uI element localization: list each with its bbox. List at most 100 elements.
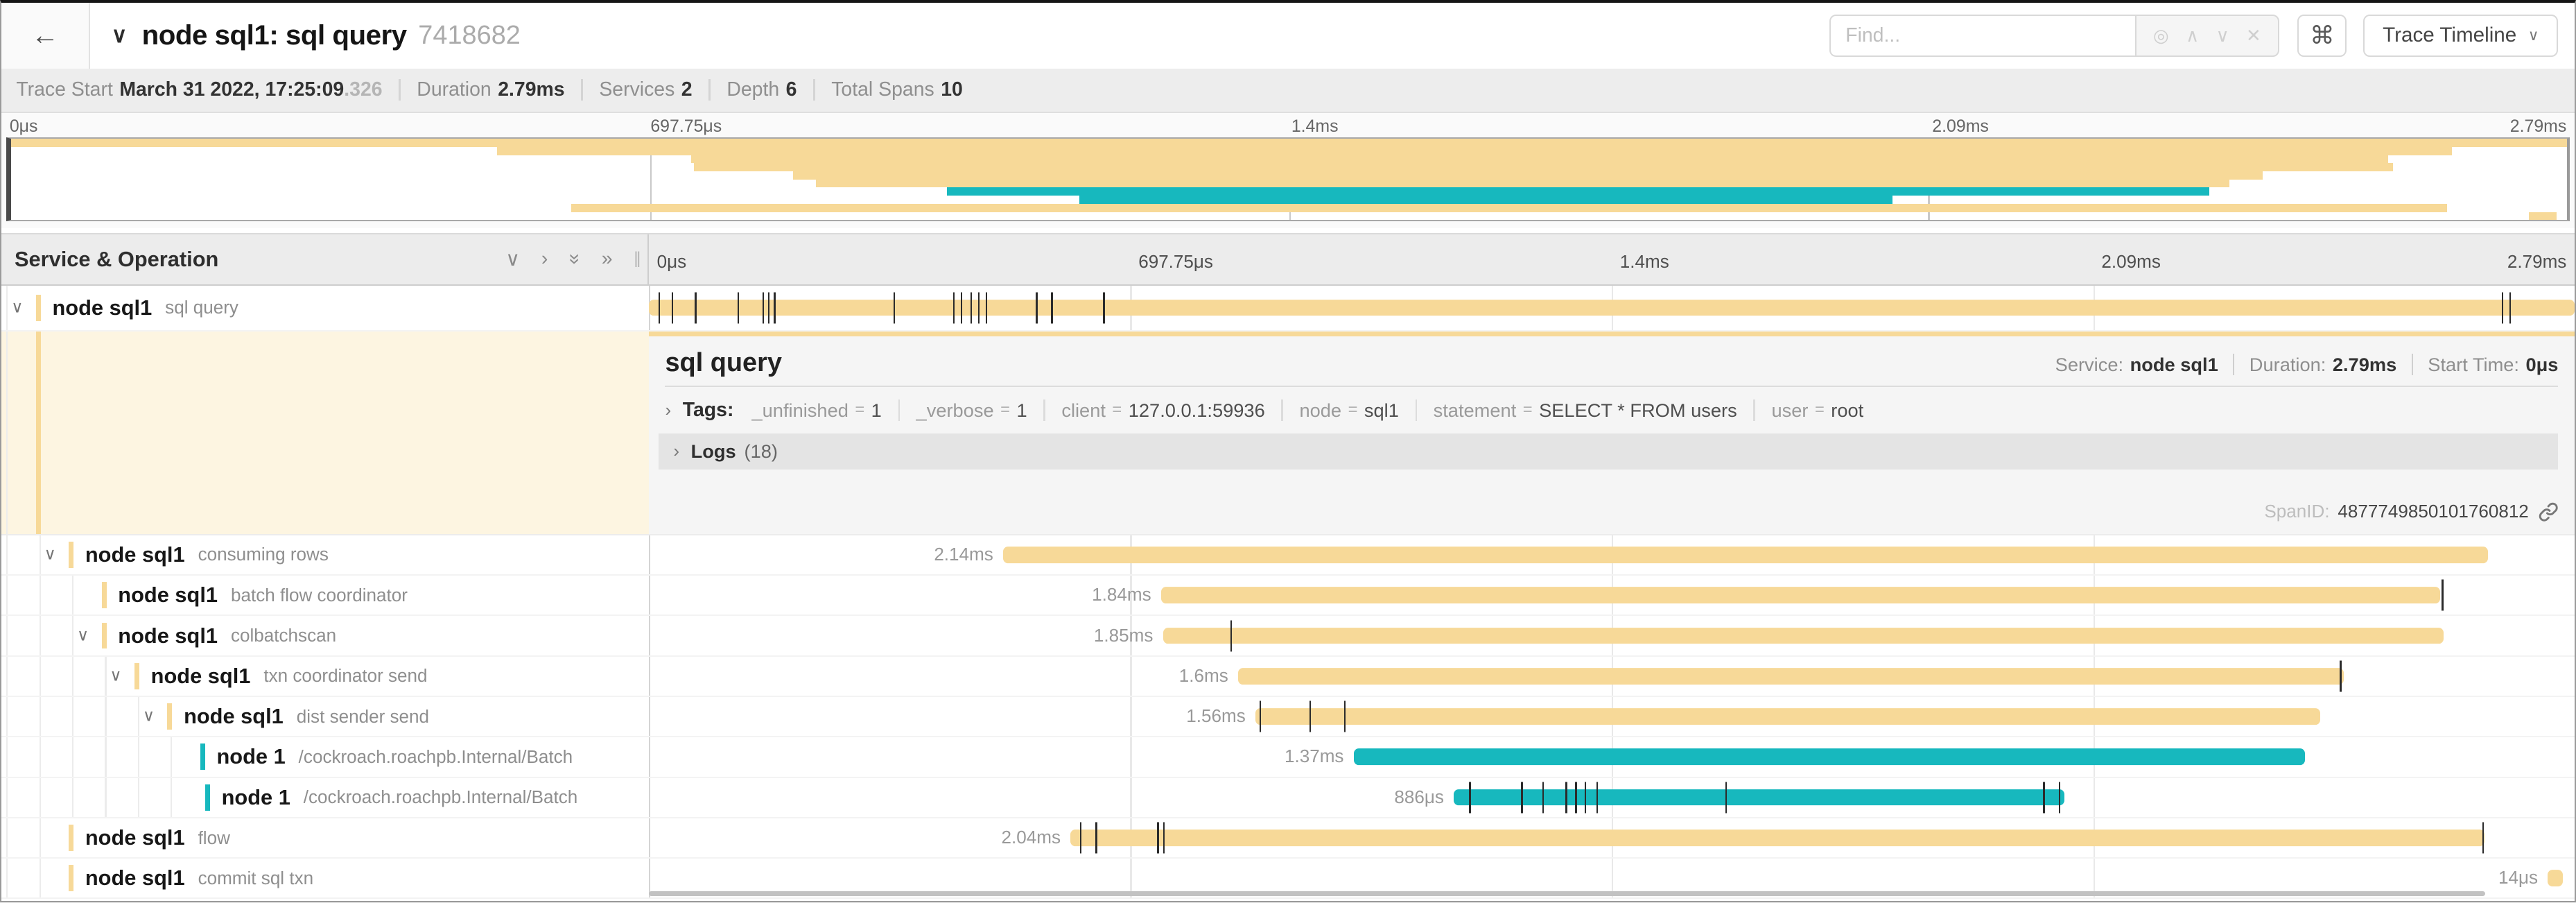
meta-separator bbox=[2233, 354, 2234, 375]
expand-all-icon[interactable]: » bbox=[602, 248, 613, 270]
span-row[interactable]: ∨node sql1sql query bbox=[1, 286, 2575, 332]
summary-value: 6 bbox=[786, 78, 797, 101]
indent-guide bbox=[72, 737, 73, 776]
span-bar[interactable] bbox=[1255, 708, 2320, 725]
duration-label: 1.56ms bbox=[1186, 705, 1245, 727]
tags-row[interactable]: › Tags: _unfinished=1_verbose=1client=12… bbox=[649, 387, 2575, 431]
span-bar[interactable] bbox=[649, 300, 2575, 316]
tick-label: 2.79ms bbox=[2510, 117, 2567, 137]
next-match-icon[interactable]: ∨ bbox=[2216, 25, 2229, 46]
indent-guide bbox=[40, 657, 41, 696]
column-resize-grip[interactable]: || bbox=[634, 250, 639, 268]
indent-guide bbox=[40, 818, 41, 857]
span-bar[interactable] bbox=[1238, 668, 2344, 685]
chevron-down-icon: ∨ bbox=[2528, 27, 2539, 44]
logs-row[interactable]: › Logs (18) bbox=[659, 433, 2558, 470]
span-bar[interactable] bbox=[1163, 628, 2444, 644]
service-name: node sql1 bbox=[85, 542, 185, 567]
span-tree-cell[interactable]: node sql1commit sql txn bbox=[1, 859, 649, 897]
tag-key: client bbox=[1061, 399, 1106, 422]
chevron-down-icon[interactable]: ∨ bbox=[44, 544, 56, 564]
service-name: node sql1 bbox=[118, 624, 218, 648]
chevron-down-icon[interactable]: ∨ bbox=[11, 297, 23, 317]
span-tree-cell[interactable]: node 1/cockroach.roachpb.Internal/Batch bbox=[1, 737, 649, 776]
locate-icon[interactable]: ◎ bbox=[2153, 25, 2169, 46]
span-bar[interactable] bbox=[1003, 547, 2488, 563]
minimap-tick-labels: 0μs697.75μs1.4ms2.09ms2.79ms bbox=[6, 117, 2570, 138]
find-group: ◎ ∧ ∨ ✕ bbox=[1829, 15, 2279, 58]
chevron-down-icon[interactable]: ∨ bbox=[112, 23, 128, 48]
span-bar[interactable] bbox=[1354, 749, 2306, 766]
span-row[interactable]: ∨node sql1consuming rows2.14ms bbox=[1, 535, 2575, 576]
trace-view-selector[interactable]: Trace Timeline ∨ bbox=[2363, 15, 2558, 58]
span-tree-cell[interactable]: ∨node sql1dist sender send bbox=[1, 697, 649, 736]
collapse-one-icon[interactable]: ∨ bbox=[505, 248, 520, 271]
log-tick bbox=[953, 292, 955, 323]
log-tick bbox=[738, 292, 739, 323]
tag-equals: = bbox=[1815, 401, 1825, 420]
log-tick bbox=[695, 292, 696, 323]
tag-value: 1 bbox=[871, 399, 882, 422]
log-tick bbox=[1036, 292, 1037, 323]
span-tree-cell[interactable]: ∨node sql1colbatchscan bbox=[1, 616, 649, 655]
duration-label: 1.37ms bbox=[1285, 746, 1343, 767]
chevron-down-icon[interactable]: ∨ bbox=[77, 625, 89, 645]
horizontal-scrollbar[interactable] bbox=[649, 891, 2486, 896]
span-bar[interactable] bbox=[2548, 870, 2563, 886]
log-tick bbox=[1051, 292, 1052, 323]
span-tree-cell[interactable]: node 1/cockroach.roachpb.Internal/Batch bbox=[1, 778, 649, 817]
span-color-strip bbox=[69, 542, 73, 568]
minimap-span-bar bbox=[2529, 212, 2557, 221]
tick-label: 1.4ms bbox=[1291, 117, 1339, 137]
prev-match-icon[interactable]: ∧ bbox=[2186, 25, 2199, 46]
span-color-strip bbox=[205, 784, 210, 811]
back-button[interactable]: ← bbox=[1, 3, 90, 69]
span-bar[interactable] bbox=[1161, 587, 2440, 603]
minimap-canvas[interactable] bbox=[6, 137, 2570, 221]
span-row[interactable]: ∨node sql1dist sender send 1.56ms bbox=[1, 697, 2575, 737]
summary-separator bbox=[813, 79, 815, 101]
span-id-label: SpanID: bbox=[2264, 501, 2329, 522]
span-tree-cell[interactable]: ∨node sql1consuming rows bbox=[1, 535, 649, 574]
indent-guide bbox=[6, 576, 8, 614]
indent-guide bbox=[72, 616, 73, 655]
span-tree-cell[interactable]: node sql1flow bbox=[1, 818, 649, 857]
span-row[interactable]: node 1/cockroach.roachpb.Internal/Batch8… bbox=[1, 778, 2575, 818]
service-operation-header: Service & Operation ∨ › » » || bbox=[1, 234, 649, 284]
span-row[interactable]: ∨node sql1colbatchscan1.85ms bbox=[1, 616, 2575, 656]
span-row[interactable]: node 1/cockroach.roachpb.Internal/Batch 1… bbox=[1, 737, 2575, 777]
tick-label: 0μs bbox=[657, 251, 687, 273]
minimap-span-bar bbox=[947, 187, 2209, 196]
span-tree-cell[interactable]: ∨node sql1txn coordinator send bbox=[1, 657, 649, 696]
tag-equals: = bbox=[1112, 401, 1122, 420]
span-bar[interactable] bbox=[1454, 789, 2064, 806]
duration-label: Duration: bbox=[2249, 354, 2326, 376]
indent-guide bbox=[6, 697, 8, 736]
span-tree-cell[interactable]: node sql1batch flow coordinator bbox=[1, 576, 649, 614]
minimap-span-bar bbox=[11, 139, 2567, 147]
operation-name: /cockroach.roachpb.Internal/Batch bbox=[304, 786, 578, 808]
expand-one-icon[interactable]: › bbox=[541, 248, 548, 270]
duration-label: 14μs bbox=[2498, 867, 2538, 888]
chevron-down-icon[interactable]: ∨ bbox=[110, 665, 121, 685]
span-bar[interactable] bbox=[1070, 829, 2484, 846]
find-input[interactable] bbox=[1829, 15, 2135, 58]
span-row[interactable]: node sql1flow2.04ms bbox=[1, 818, 2575, 859]
tag-item: node=sql1 bbox=[1299, 399, 1398, 422]
summary-item: Depth6 bbox=[726, 78, 797, 101]
clear-icon[interactable]: ✕ bbox=[2246, 25, 2261, 46]
span-tree-cell[interactable]: ∨node sql1sql query bbox=[1, 286, 649, 330]
indent-guide bbox=[138, 778, 139, 817]
span-color-strip bbox=[69, 865, 73, 891]
keyboard-shortcuts-button[interactable]: ⌘ bbox=[2297, 15, 2347, 58]
span-row[interactable]: ∨node sql1txn coordinator send1.6ms bbox=[1, 657, 2575, 697]
collapse-all-icon[interactable]: » bbox=[564, 254, 586, 265]
tag-equals: = bbox=[855, 401, 864, 420]
minimap-row bbox=[11, 180, 2567, 188]
link-icon[interactable] bbox=[2539, 502, 2558, 522]
chevron-down-icon[interactable]: ∨ bbox=[143, 705, 155, 725]
summary-item: Duration2.79ms bbox=[417, 78, 564, 101]
log-tick bbox=[1575, 782, 1576, 813]
log-tick bbox=[2059, 782, 2060, 813]
span-row[interactable]: node sql1batch flow coordinator1.84ms bbox=[1, 576, 2575, 616]
